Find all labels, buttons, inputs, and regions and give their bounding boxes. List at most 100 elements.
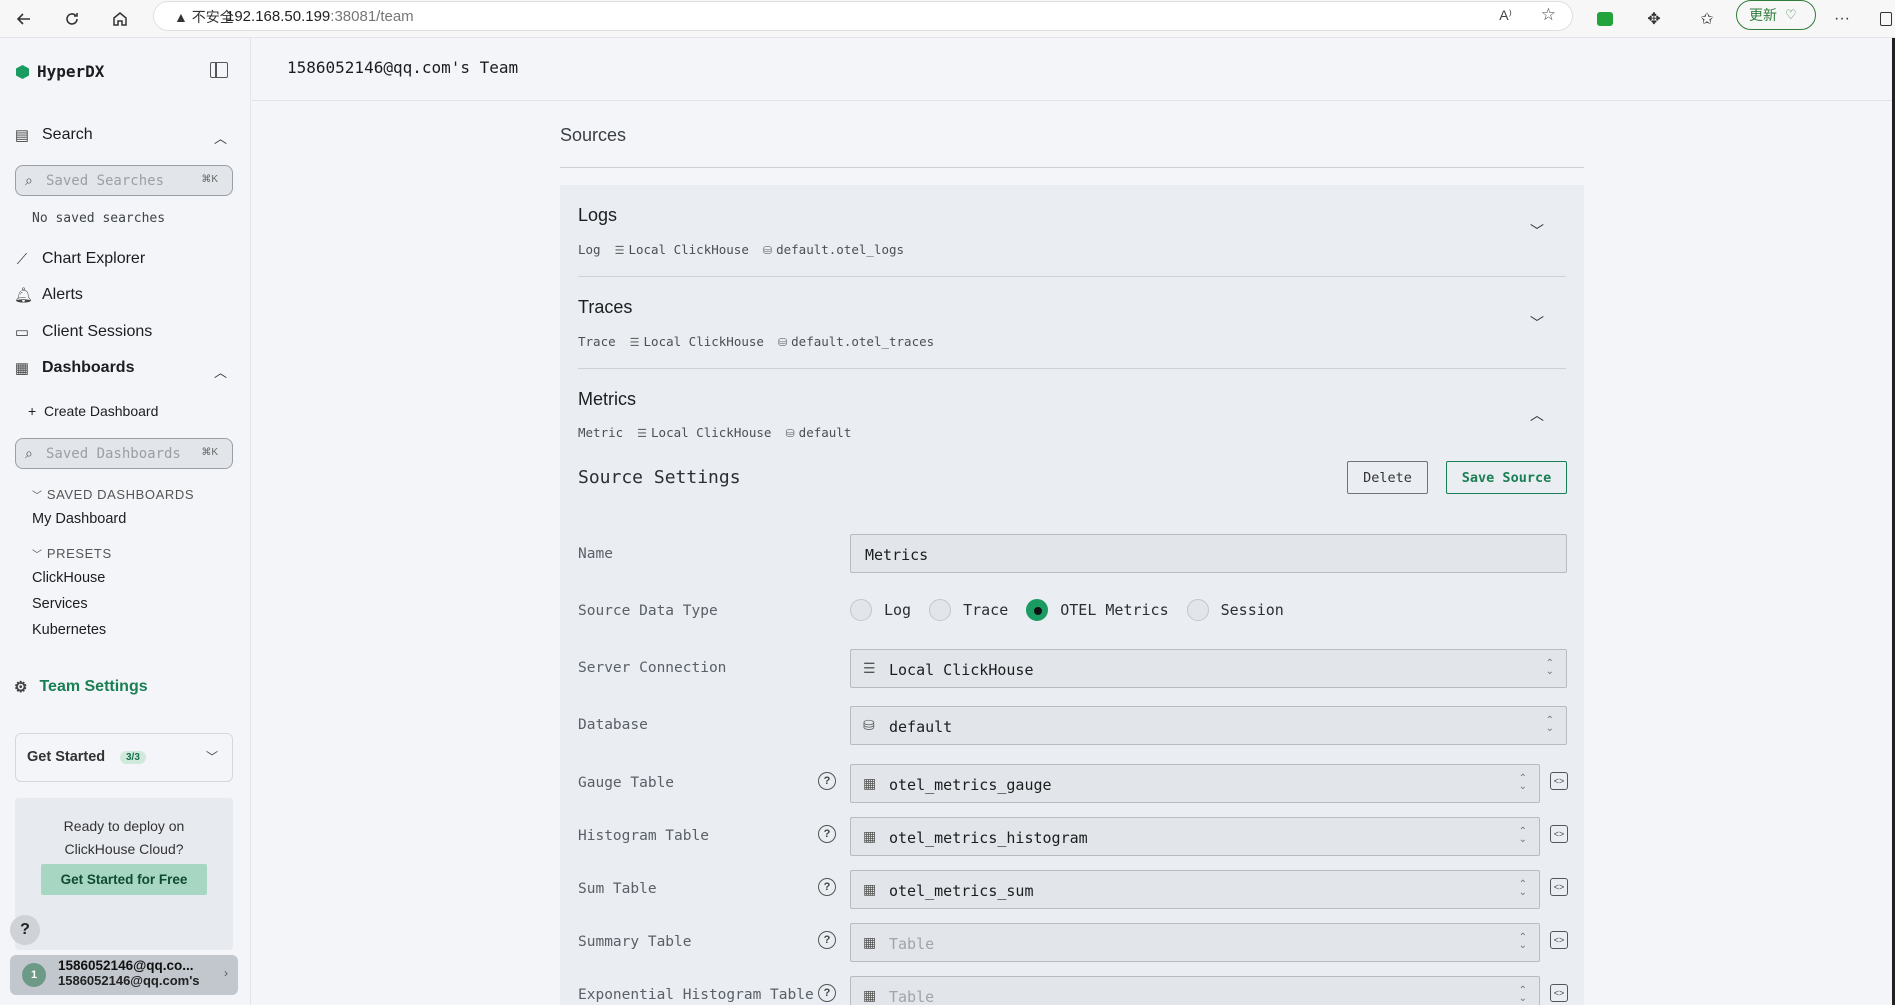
source-type-label: Source Data Type (578, 603, 718, 619)
source-row-metrics[interactable]: Metrics Metric ☰ Local ClickHouse ⛁ defaul… (578, 369, 1566, 449)
chevron-up-icon[interactable]: ︿ (214, 128, 227, 147)
extension-chat-icon[interactable] (1591, 5, 1619, 33)
radio-trace[interactable]: Trace (929, 599, 1008, 621)
table-icon: ▦ (863, 934, 877, 950)
select-arrows-icon: ⌃ ⌄ (1545, 715, 1554, 734)
preset-services[interactable]: Services (32, 596, 88, 612)
page-title: 1586052146@qq.com's Team (287, 58, 519, 77)
table-icon: ▦ (863, 881, 877, 897)
summary-table-label: Summary Table (578, 934, 692, 950)
database-icon: ⛁ (785, 427, 795, 440)
nav-alerts[interactable]: 🔔︎ Alerts (14, 286, 83, 304)
name-input[interactable]: Metrics (850, 534, 1567, 573)
help-icon[interactable]: ? (818, 772, 836, 790)
monitor-icon: ▭ (14, 324, 30, 341)
favorite-star-icon[interactable]: ☆ (1541, 5, 1556, 25)
histogram-table-label: Histogram Table (578, 828, 709, 844)
nav-search[interactable]: ▤ Search (14, 126, 93, 144)
code-icon[interactable]: <> (1550, 878, 1568, 896)
help-icon[interactable]: ? (818, 878, 836, 896)
nav-client-sessions[interactable]: ▭ Client Sessions (14, 323, 152, 341)
home-icon[interactable] (106, 5, 134, 33)
dashboard-link[interactable]: My Dashboard (32, 511, 126, 527)
presets-header[interactable]: ﹀ PRESETS (32, 546, 112, 561)
user-menu[interactable]: 1 1586052146@qq.co... 1586052146@qq.com'… (10, 955, 238, 995)
sidebar: HyperDX ▤ Search ︿ ⌕ Saved Searches ⌘K No… (0, 38, 251, 1005)
save-source-button[interactable]: Save Source (1446, 461, 1567, 494)
collapse-sidebar-icon[interactable] (210, 62, 228, 78)
radio-log[interactable]: Log (850, 599, 911, 621)
nav-dashboards[interactable]: ▦ Dashboards (14, 359, 135, 377)
nav-team-settings[interactable]: ⚙ Team Settings (14, 678, 148, 696)
update-button[interactable]: 更新 ♡ (1736, 0, 1816, 30)
hyperdx-logo-icon (16, 65, 29, 79)
delete-button[interactable]: Delete (1347, 461, 1428, 494)
back-icon[interactable] (10, 5, 38, 33)
help-button[interactable]: ? (10, 915, 40, 945)
progress-badge: 3/3 (120, 751, 146, 764)
get-started-free-button[interactable]: Get Started for Free (41, 864, 207, 895)
select-arrows-icon: ⌃ ⌄ (1518, 985, 1527, 1004)
summary-table-select[interactable]: ▦ Table ⌃ ⌄ (850, 923, 1540, 962)
code-icon[interactable]: <> (1550, 984, 1568, 1002)
more-icon[interactable]: ··· (1828, 5, 1856, 33)
gauge-table-select[interactable]: ▦ otel_metrics_gauge ⌃ ⌄ (850, 764, 1540, 803)
select-arrows-icon: ⌃ ⌄ (1518, 773, 1527, 792)
exp-histogram-table-select[interactable]: ▦ Table ⌃ ⌄ (850, 976, 1540, 1005)
search-icon: ⌕ (25, 172, 33, 188)
database-select[interactable]: ⛁ default ⌃ ⌄ (850, 706, 1567, 745)
database-icon: ⛁ (863, 717, 875, 733)
chevron-up-icon[interactable]: ︿ (1530, 405, 1544, 425)
saved-dashboards-header[interactable]: ﹀ SAVED DASHBOARDS (32, 487, 194, 502)
saved-searches-input[interactable]: ⌕ Saved Searches ⌘K (15, 165, 233, 196)
chevron-down-icon[interactable]: ﹀ (1530, 221, 1544, 241)
code-icon[interactable]: <> (1550, 931, 1568, 949)
table-icon: ▦ (863, 775, 877, 791)
favorites-icon[interactable]: ✩ (1693, 5, 1721, 33)
help-icon[interactable]: ? (818, 984, 836, 1002)
select-arrows-icon: ⌃ ⌄ (1545, 658, 1554, 677)
server-icon: ☰ (614, 244, 625, 257)
heart-icon: ♡ (1785, 7, 1797, 22)
select-arrows-icon: ⌃ ⌄ (1518, 826, 1527, 845)
divider (560, 167, 1584, 168)
exp-histogram-table-label: Exponential Histogram Table (578, 987, 814, 1003)
histogram-table-select[interactable]: ▦ otel_metrics_histogram ⌃ ⌄ (850, 817, 1540, 856)
deploy-card: Ready to deploy on ClickHouse Cloud? Get … (15, 798, 233, 950)
get-started-dropdown[interactable]: Get Started 3/3 ﹀ (15, 733, 233, 782)
source-row-traces[interactable]: Traces Trace ☰ Local ClickHouse ⛁ default.… (578, 277, 1566, 369)
create-dashboard-button[interactable]: + Create Dashboard (28, 403, 158, 419)
gear-icon: ⚙ (14, 679, 28, 696)
refresh-icon[interactable] (58, 5, 86, 33)
chevron-right-icon: › (224, 966, 228, 980)
source-row-logs[interactable]: Logs Log ☰ Local ClickHouse ⛁ default.otel… (578, 185, 1566, 277)
database-icon: ⛁ (777, 336, 788, 349)
chevron-up-icon[interactable]: ︿ (214, 362, 227, 381)
no-saved-searches: No saved searches (32, 211, 166, 226)
brand[interactable]: HyperDX (16, 62, 104, 82)
help-icon[interactable]: ? (818, 825, 836, 843)
extensions-icon[interactable]: ✥ (1640, 5, 1668, 33)
url-text: 192.168.50.199:38081/team (226, 8, 414, 25)
radio-otel-metrics[interactable]: OTEL Metrics (1026, 599, 1169, 621)
radio-session[interactable]: Session (1186, 599, 1284, 621)
sidebar-toggle-icon[interactable] (1872, 5, 1895, 33)
nav-chart-explorer[interactable]: ⟋ Chart Explorer (14, 250, 145, 268)
code-icon[interactable]: <> (1550, 825, 1568, 843)
read-aloud-icon[interactable]: A⁾ (1499, 7, 1512, 24)
chevron-down-icon[interactable]: ﹀ (1530, 313, 1544, 333)
select-arrows-icon: ⌃ ⌄ (1518, 879, 1527, 898)
address-bar[interactable]: ▲ 不安全 192.168.50.199:38081/team A⁾ ☆ (153, 1, 1573, 31)
select-arrows-icon: ⌃ ⌄ (1518, 932, 1527, 951)
help-icon[interactable]: ? (818, 931, 836, 949)
source-settings-title: Source Settings (578, 467, 741, 488)
preset-kubernetes[interactable]: Kubernetes (32, 622, 106, 638)
database-label: Database (578, 717, 648, 733)
server-connection-select[interactable]: ☰ Local ClickHouse ⌃ ⌄ (850, 649, 1567, 688)
sum-table-label: Sum Table (578, 881, 657, 897)
sum-table-select[interactable]: ▦ otel_metrics_sum ⌃ ⌄ (850, 870, 1540, 909)
page-header: 1586052146@qq.com's Team (252, 38, 1892, 101)
code-icon[interactable]: <> (1550, 772, 1568, 790)
saved-dashboards-input[interactable]: ⌕ Saved Dashboards ⌘K (15, 438, 233, 469)
preset-clickhouse[interactable]: ClickHouse (32, 570, 105, 586)
